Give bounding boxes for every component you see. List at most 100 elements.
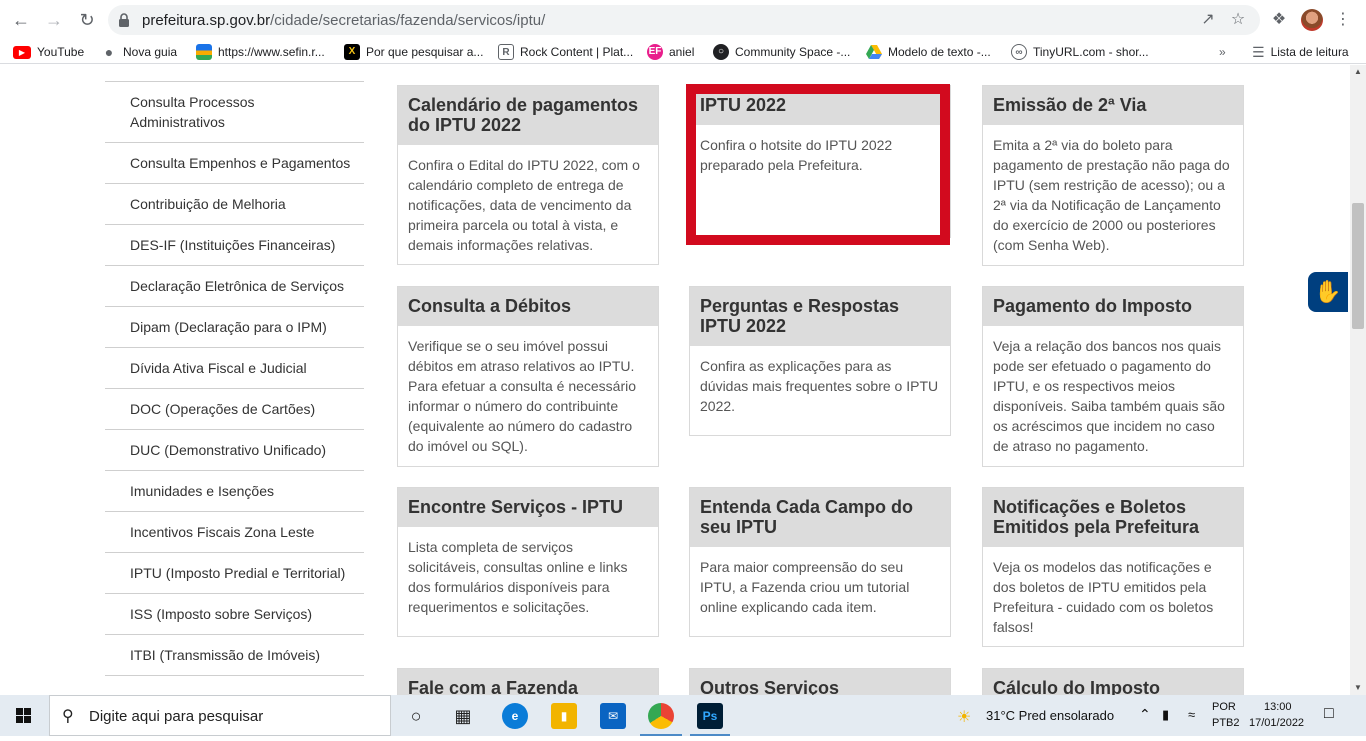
back-arrow-icon[interactable]: ← — [9, 8, 33, 32]
sidebar-item[interactable]: Incentivos Fiscais Zona Leste — [105, 511, 364, 552]
sidebar-item[interactable]: Consulta Processos Administrativos — [105, 81, 364, 142]
card-title[interactable]: Fale com a Fazenda — [398, 669, 658, 695]
bookmark-label: https://www.sefin.r... — [218, 45, 325, 59]
card-title[interactable]: Cálculo do Imposto — [983, 669, 1243, 695]
card-title[interactable]: Emissão de 2ª Via — [983, 86, 1243, 125]
sidebar-item[interactable]: Contribuição de Melhoria — [105, 183, 364, 224]
service-card-segunda-via[interactable]: Emissão de 2ª Via Emita a 2ª via do bole… — [982, 85, 1244, 266]
browser-toolbar: ← → ↻ prefeitura.sp.gov.br/cidade/secret… — [0, 0, 1366, 40]
card-title[interactable]: Perguntas e Respostas IPTU 2022 — [690, 287, 950, 346]
tinyurl-icon: ∞ — [1011, 44, 1027, 60]
bookmark-community-space[interactable]: ○ Community Space -... — [713, 43, 850, 61]
notification-icon[interactable]: □ — [1324, 705, 1334, 723]
profile-avatar[interactable] — [1301, 9, 1323, 31]
weather-sun-icon[interactable]: ☀ — [957, 707, 971, 727]
bookmark-tinyurl[interactable]: ∞ TinyURL.com - shor... — [1011, 43, 1149, 61]
more-bookmarks-chevron-icon[interactable]: » — [1219, 43, 1226, 61]
card-title[interactable]: Encontre Serviços - IPTU — [398, 488, 658, 527]
card-title[interactable]: IPTU 2022 — [690, 86, 950, 125]
service-card-fale-fazenda[interactable]: Fale com a Fazenda — [397, 668, 659, 695]
task-view-icon[interactable]: ▦ — [448, 701, 478, 731]
scroll-down-icon[interactable]: ▼ — [1350, 681, 1366, 695]
sidebar-item[interactable]: Dívida Ativa Fiscal e Judicial — [105, 347, 364, 388]
card-title[interactable]: Outros Serviços — [690, 669, 950, 695]
mail-icon[interactable]: ✉ — [600, 703, 626, 729]
extensions-puzzle-icon[interactable]: ❖ — [1268, 9, 1290, 31]
service-card-calendario[interactable]: Calendário de pagamentos do IPTU 2022 Co… — [397, 85, 659, 265]
windows-logo-icon — [16, 708, 31, 723]
url-text[interactable]: prefeitura.sp.gov.br/cidade/secretarias/… — [142, 12, 545, 29]
sidebar-item[interactable]: DUC (Demonstrativo Unificado) — [105, 429, 364, 470]
clock-time[interactable]: 13:00 — [1264, 701, 1292, 713]
service-card-calculo-imposto[interactable]: Cálculo do Imposto — [982, 668, 1244, 695]
service-card-encontre-servicos[interactable]: Encontre Serviços - IPTU Lista completa … — [397, 487, 659, 637]
forward-arrow-icon[interactable]: → — [42, 8, 66, 32]
rock-content-icon: R — [498, 44, 514, 60]
sefin-icon — [196, 44, 212, 60]
service-card-entenda-campo[interactable]: Entenda Cada Campo do seu IPTU Para maio… — [689, 487, 951, 637]
taskbar-search-box[interactable]: ⚲ Digite aqui para pesquisar — [49, 695, 391, 736]
bookmark-sefin[interactable]: https://www.sefin.r... — [196, 43, 325, 61]
bookmark-por-que-pesquisar[interactable]: X Por que pesquisar a... — [344, 43, 483, 61]
bookmark-label: TinyURL.com - shor... — [1033, 45, 1149, 59]
bookmark-label: Rock Content | Plat... — [520, 45, 634, 59]
sidebar-item[interactable]: Consulta Empenhos e Pagamentos — [105, 142, 364, 183]
reading-list-button[interactable]: ☰ Lista de leitura — [1252, 43, 1349, 61]
card-title[interactable]: Entenda Cada Campo do seu IPTU — [690, 488, 950, 547]
language-code[interactable]: POR — [1212, 701, 1236, 713]
sign-language-hands-icon[interactable]: ✋ — [1308, 272, 1348, 312]
service-card-perguntas-respostas[interactable]: Perguntas e Respostas IPTU 2022 Confira … — [689, 286, 951, 436]
bookmark-label: Community Space -... — [735, 45, 851, 59]
battery-icon[interactable]: ▮ — [1162, 707, 1169, 723]
file-explorer-icon[interactable]: ▮ — [551, 703, 577, 729]
page-scrollbar[interactable]: ▲ ▼ — [1350, 65, 1366, 695]
service-card-notificacoes[interactable]: Notificações e Boletos Emitidos pela Pre… — [982, 487, 1244, 647]
service-card-outros-servicos[interactable]: Outros Serviços — [689, 668, 951, 695]
sidebar-item[interactable]: DES-IF (Instituições Financeiras) — [105, 224, 364, 265]
card-text: Lista completa de serviços solicitáveis,… — [408, 539, 628, 615]
card-text: Verifique se o seu imóvel possui débitos… — [408, 338, 637, 454]
sidebar-item[interactable]: ISS (Imposto sobre Serviços) — [105, 593, 364, 634]
card-text: Emita a 2ª via do boleto para pagamento … — [993, 137, 1230, 253]
edge-icon[interactable]: e — [502, 703, 528, 729]
sidebar-item[interactable]: Dipam (Declaração para o IPM) — [105, 306, 364, 347]
photoshop-icon[interactable]: Ps — [697, 703, 723, 729]
address-bar[interactable]: prefeitura.sp.gov.br/cidade/secretarias/… — [108, 5, 1260, 35]
bookmark-nova-guia[interactable]: ● Nova guia — [101, 43, 177, 61]
sidebar-item[interactable]: ITBI (Transmissão de Imóveis) — [105, 634, 364, 676]
share-icon[interactable]: ↗ — [1198, 10, 1218, 30]
menu-kebab-icon[interactable]: ⋮ — [1332, 9, 1354, 31]
service-card-iptu-2022[interactable]: IPTU 2022 Confira o hotsite do IPTU 2022… — [689, 85, 951, 238]
bookmark-youtube[interactable]: ▶ YouTube — [13, 43, 84, 61]
chrome-icon[interactable] — [648, 703, 674, 729]
wifi-icon[interactable]: ≈ — [1188, 707, 1195, 722]
sidebar-item[interactable]: DOC (Operações de Cartões) — [105, 388, 364, 429]
weather-text[interactable]: 31°C Pred ensolarado — [986, 708, 1114, 723]
windows-start-button[interactable] — [0, 695, 48, 736]
cortana-circle-icon[interactable]: ○ — [401, 701, 431, 731]
tray-chevron-up-icon[interactable]: ⌃ — [1139, 706, 1151, 723]
youtube-icon: ▶ — [13, 45, 31, 59]
sidebar-item-iptu[interactable]: IPTU (Imposto Predial e Territorial) — [105, 552, 364, 593]
bookmark-modelo-de-texto[interactable]: Modelo de texto -... — [866, 43, 991, 61]
reload-icon[interactable]: ↻ — [75, 8, 99, 32]
card-title[interactable]: Calendário de pagamentos do IPTU 2022 — [398, 86, 658, 145]
card-title[interactable]: Notificações e Boletos Emitidos pela Pre… — [983, 488, 1243, 547]
card-title[interactable]: Consulta a Débitos — [398, 287, 658, 326]
globe-icon: ● — [101, 44, 117, 60]
service-card-consulta-debitos[interactable]: Consulta a Débitos Verifique se o seu im… — [397, 286, 659, 467]
keyboard-layout[interactable]: PTB2 — [1212, 717, 1240, 729]
service-card-pagamento[interactable]: Pagamento do Imposto Veja a relação dos … — [982, 286, 1244, 467]
search-placeholder: Digite aqui para pesquisar — [89, 708, 264, 725]
card-text: Para maior compreensão do seu IPTU, a Fa… — [700, 559, 910, 615]
star-icon[interactable]: ☆ — [1228, 10, 1248, 30]
bookmark-aniel[interactable]: EF aniel — [647, 43, 694, 61]
sidebar-item[interactable]: Declaração Eletrônica de Serviços — [105, 265, 364, 306]
reading-list-icon: ☰ — [1252, 43, 1265, 60]
scrollbar-thumb[interactable] — [1352, 203, 1364, 329]
card-title[interactable]: Pagamento do Imposto — [983, 287, 1243, 326]
bookmark-rock-content[interactable]: R Rock Content | Plat... — [498, 43, 633, 61]
sidebar-item[interactable]: Imunidades e Isenções — [105, 470, 364, 511]
scroll-up-icon[interactable]: ▲ — [1350, 65, 1366, 79]
clock-date[interactable]: 17/01/2022 — [1249, 717, 1304, 729]
